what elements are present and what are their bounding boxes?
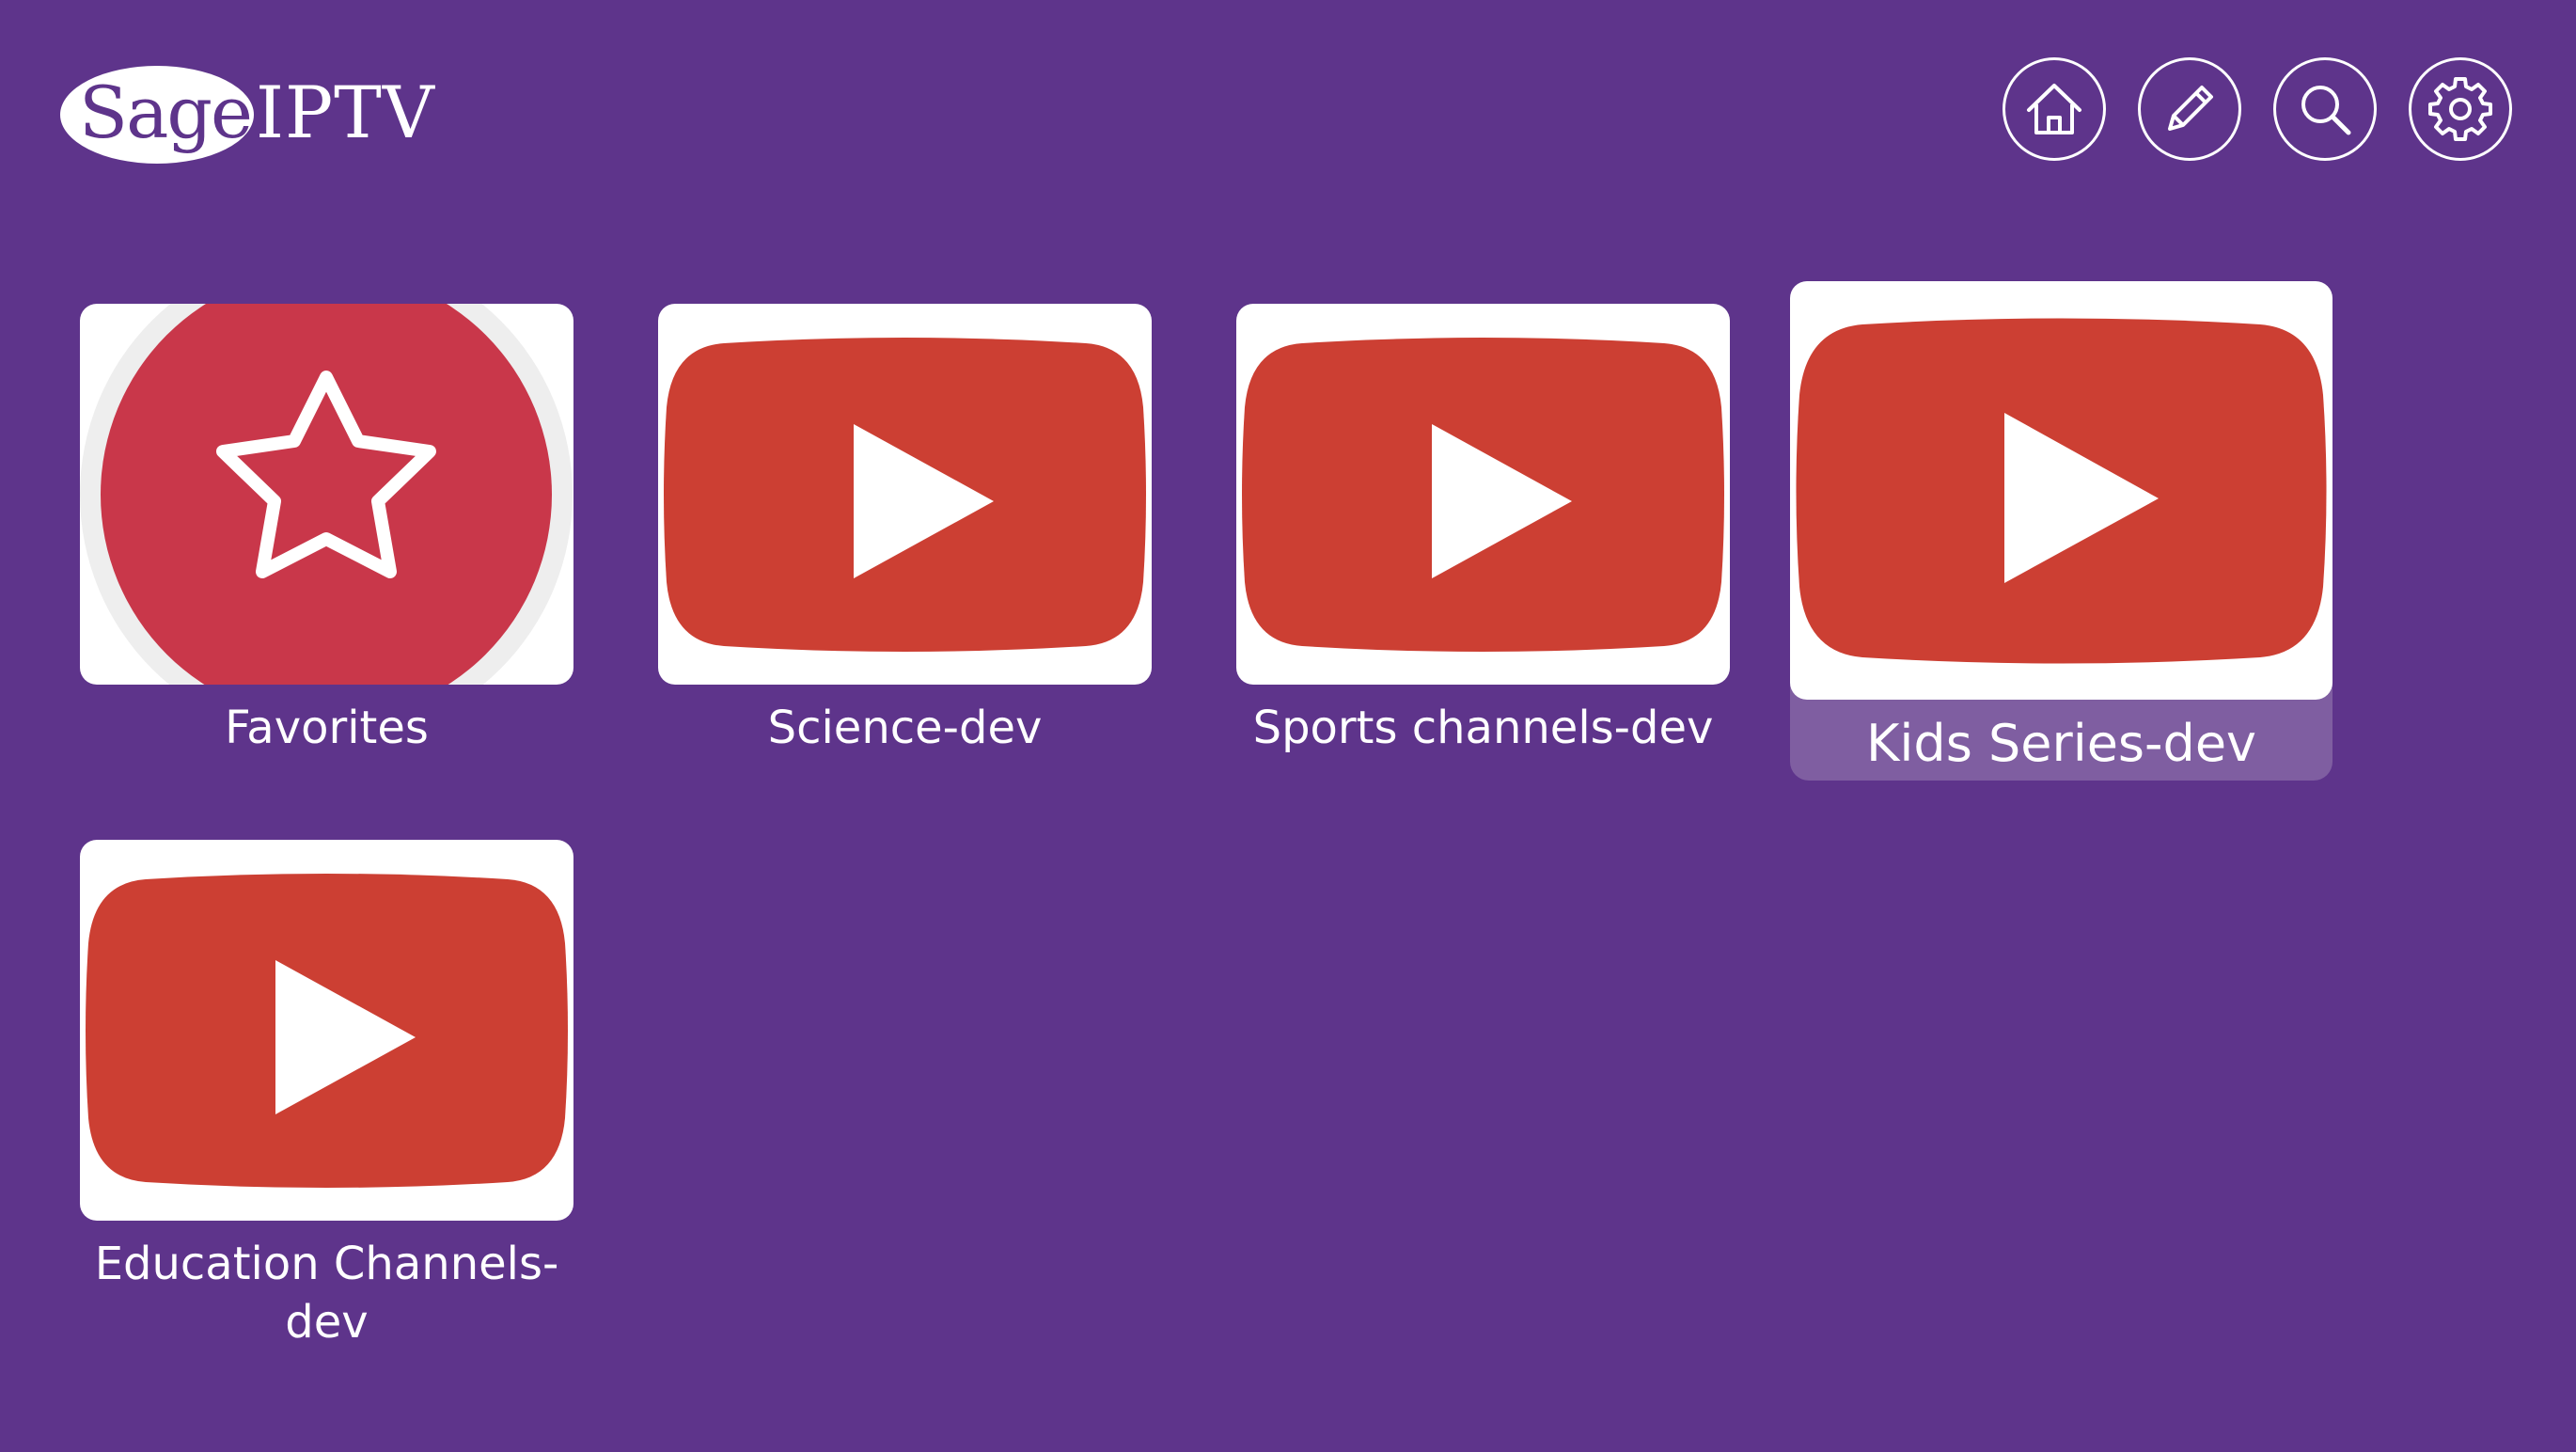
app-logo: Sage IPTV: [60, 62, 436, 166]
search-button[interactable]: [2273, 57, 2377, 161]
tile-label: Kids Series-dev: [1866, 714, 2256, 773]
star-icon: [80, 304, 573, 685]
search-icon: [2301, 86, 2351, 135]
youtube-play-icon: [86, 874, 568, 1188]
tile-thumbnail: [1790, 281, 2333, 700]
category-tile-kids-series-dev[interactable]: Kids Series-dev: [1790, 281, 2333, 781]
youtube-play-icon: [664, 338, 1146, 652]
category-tile-favorites[interactable]: Favorites: [80, 304, 573, 774]
tile-label: Sports channels-dev: [1252, 702, 1714, 754]
pencil-icon: [2168, 86, 2213, 131]
tile-thumbnail: [80, 304, 573, 685]
gear-icon: [2428, 77, 2492, 141]
home-button[interactable]: [2003, 57, 2106, 161]
youtube-play-icon: [1796, 318, 2327, 664]
category-tile-sports-channels-dev[interactable]: Sports channels-dev: [1236, 304, 1730, 774]
home-icon: [2027, 84, 2081, 134]
tile-label: Science-dev: [767, 702, 1043, 754]
tile-thumbnail: [658, 304, 1152, 685]
youtube-play-icon: [1242, 338, 1724, 652]
tile-thumbnail: [1236, 304, 1730, 685]
category-tile-education-channels-dev[interactable]: Education Channels-dev: [80, 840, 573, 1366]
tile-thumbnail: [80, 840, 573, 1221]
tile-label: Favorites: [225, 702, 429, 754]
logo-text-sage: Sage: [79, 71, 253, 154]
edit-button[interactable]: [2138, 57, 2241, 161]
category-tile-science-dev[interactable]: Science-dev: [658, 304, 1152, 774]
tile-label: Education Channels-dev: [94, 1238, 559, 1349]
logo-text-iptv: IPTV: [256, 71, 435, 154]
settings-button[interactable]: [2409, 57, 2512, 161]
